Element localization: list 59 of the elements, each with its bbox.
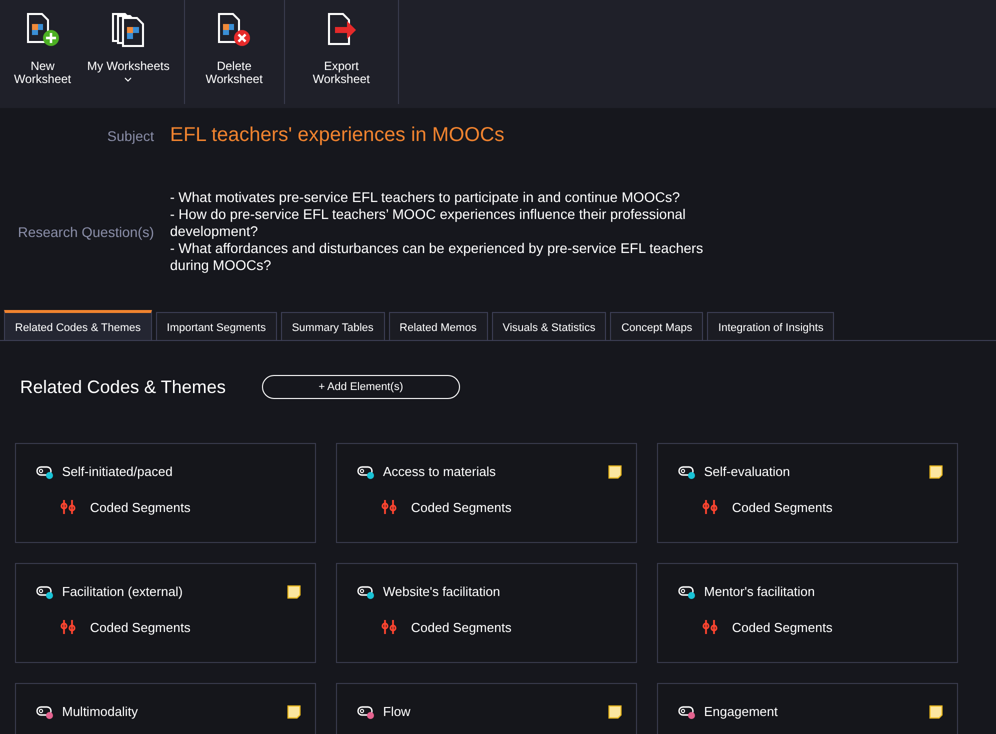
code-tag-icon: [678, 464, 696, 478]
documents-stack-icon: [110, 12, 146, 48]
toolbar-button[interactable]: Export Worksheet: [290, 0, 392, 104]
coded-segments-link[interactable]: Coded Segments: [732, 500, 832, 514]
new-document-icon: [24, 12, 61, 48]
code-tag-icon: [36, 584, 54, 598]
tab[interactable]: Visuals & Statistics: [492, 312, 606, 340]
tab[interactable]: Integration of Insights: [707, 312, 834, 340]
code-card[interactable]: Flow: [336, 683, 637, 734]
code-name: Website's facilitation: [383, 584, 502, 599]
code-tag-icon: [678, 704, 696, 718]
code-tag-icon: [357, 464, 375, 478]
code-tag-icon: [36, 464, 54, 478]
code-tag-icon: [357, 704, 375, 718]
toolbar-button[interactable]: New Worksheet: [6, 0, 80, 104]
tab[interactable]: Important Segments: [156, 312, 277, 340]
code-card[interactable]: Facilitation (external) Coded Segments: [15, 563, 316, 663]
coded-segments-link[interactable]: Coded Segments: [90, 620, 190, 634]
coded-segments-icon: [60, 619, 76, 635]
code-name: Self-initiated/paced: [62, 464, 174, 479]
code-name: Mentor's facilitation: [704, 584, 816, 599]
toolbar-button[interactable]: My Worksheets: [79, 0, 178, 104]
delete-document-icon: [216, 12, 252, 48]
code-card[interactable]: Mentor's facilitation Coded Segments: [657, 563, 958, 663]
tab[interactable]: Summary Tables: [280, 312, 385, 340]
code-name: Engagement: [704, 704, 779, 719]
coded-segments-icon: [60, 499, 76, 515]
toolbar-button[interactable]: Delete Worksheet: [190, 0, 278, 104]
code-name: Flow: [383, 704, 412, 719]
code-name: Access to materials: [383, 464, 497, 479]
code-card[interactable]: Access to materials Coded Segments: [336, 443, 637, 543]
coded-segments-link[interactable]: Coded Segments: [411, 500, 512, 514]
coded-segments-link[interactable]: Coded Segments: [411, 620, 512, 634]
code-tag-icon: [36, 704, 54, 718]
coded-segments-icon: [381, 499, 397, 515]
code-tag-icon: [357, 584, 375, 598]
tab[interactable]: Related Codes & Themes: [4, 310, 152, 340]
code-card[interactable]: Engagement: [657, 683, 958, 734]
code-name: Self-evaluation: [704, 464, 791, 479]
research-questions-label: Research Question(s): [16, 224, 154, 240]
coded-segments-icon: [381, 619, 397, 635]
code-name: Multimodality: [62, 704, 139, 719]
add-element-button[interactable]: + Add Element(s): [262, 375, 460, 399]
tab[interactable]: Concept Maps: [610, 312, 704, 340]
code-card[interactable]: Multimodality: [15, 683, 316, 734]
coded-segments-icon: [702, 499, 718, 515]
subject-label: Subject: [106, 128, 154, 144]
tab[interactable]: Related Memos: [388, 312, 488, 340]
coded-segments-icon: [702, 619, 718, 635]
section-title: Related Codes & Themes: [20, 376, 226, 398]
research-questions-text: - What motivates pre-service EFL teachers to participate in and continue MOOCs? - How do pre-service EFL teachers’ MOOC experiences influence their professional development? - What affordances and disturbances can be experienced by pre-service EFL teachers during MOOCs?: [170, 189, 704, 274]
coded-segments-link[interactable]: Coded Segments: [90, 500, 190, 514]
coded-segments-link[interactable]: Coded Segments: [732, 620, 832, 634]
subject-title: EFL teachers' experiences in MOOCs: [170, 124, 506, 147]
code-tag-icon: [678, 584, 696, 598]
code-card[interactable]: Self-evaluation Coded Segments: [657, 443, 958, 543]
code-name: Facilitation (external): [62, 584, 184, 599]
code-card[interactable]: Self-initiated/paced Coded Segments: [15, 443, 316, 543]
code-card[interactable]: Website's facilitation Coded Segments: [336, 563, 637, 663]
